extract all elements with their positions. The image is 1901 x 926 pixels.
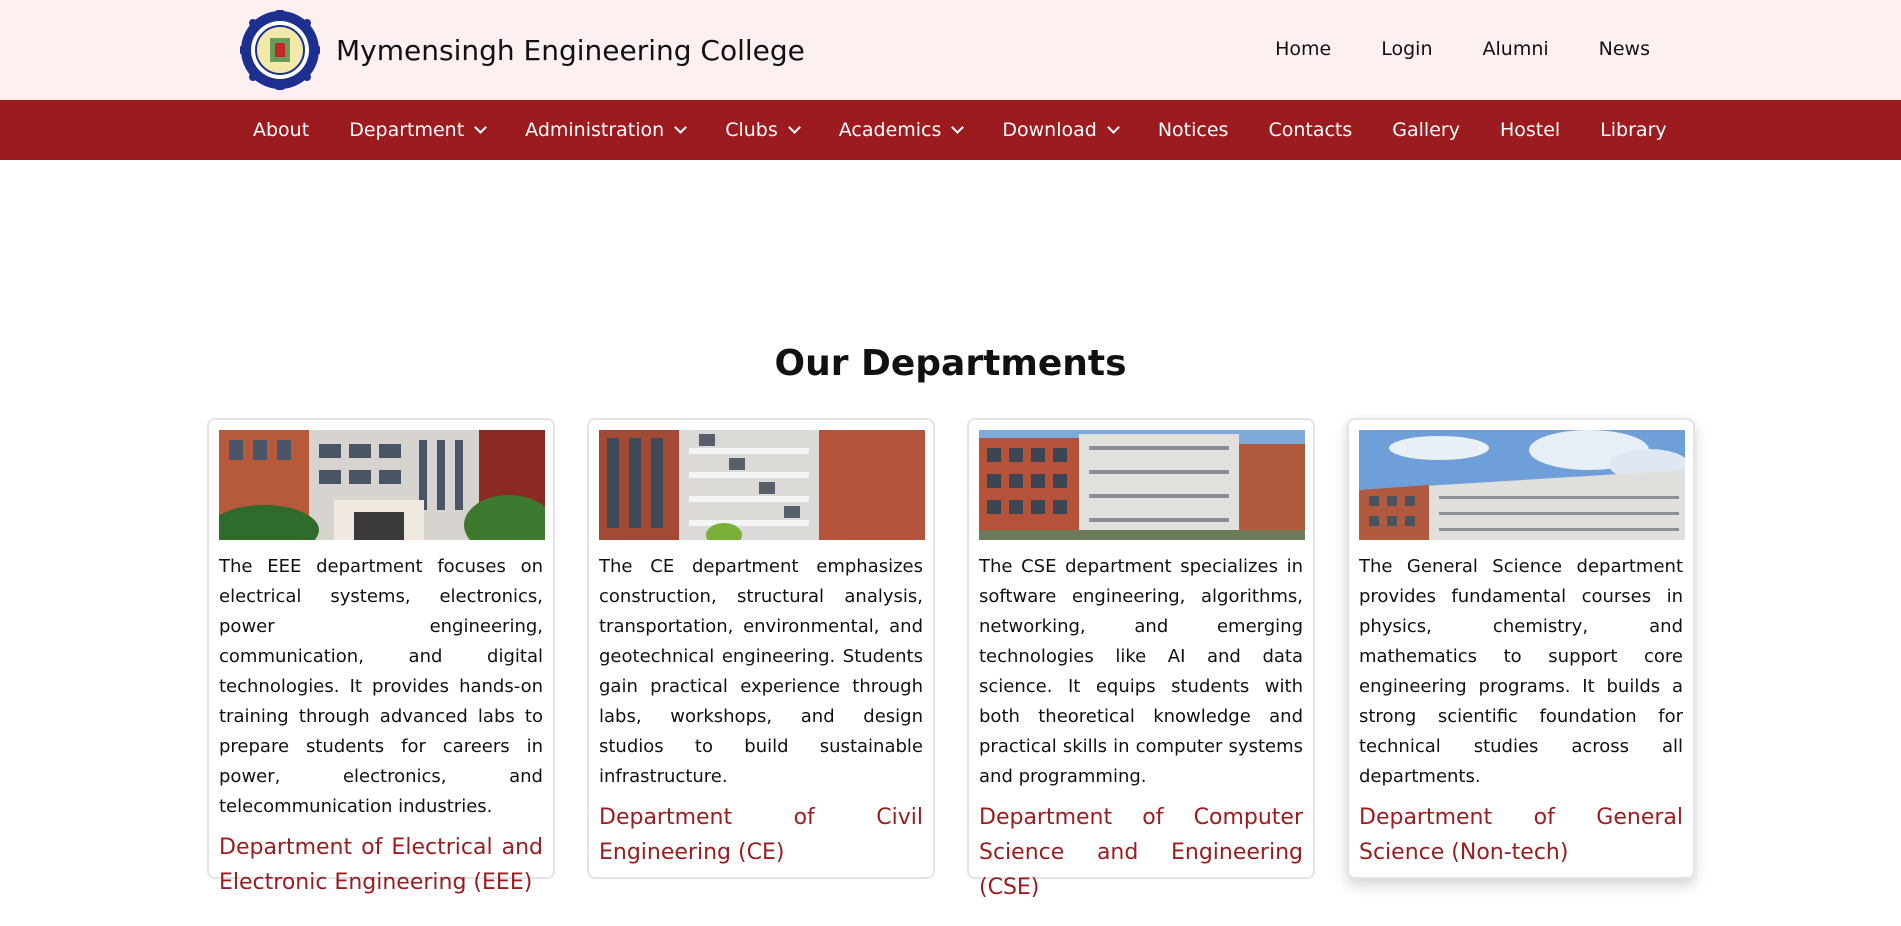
nav-item-clubs[interactable]: Clubs — [725, 119, 801, 141]
nav-item-notices[interactable]: Notices — [1158, 119, 1229, 141]
department-card-general-science[interactable]: The General Science department provides … — [1347, 418, 1695, 879]
nav-item-gallery[interactable]: Gallery — [1392, 119, 1460, 141]
nav-item-label: Gallery — [1392, 119, 1460, 141]
chevron-down-icon — [951, 121, 965, 134]
nav-item-academics[interactable]: Academics — [838, 119, 965, 141]
nav-item-label: About — [253, 119, 310, 141]
department-description: The General Science department provides … — [1359, 556, 1683, 787]
top-link-alumni[interactable]: Alumni — [1483, 38, 1549, 60]
nav-item-label: Library — [1600, 119, 1667, 141]
brand[interactable]: Mymensingh Engineering College — [240, 10, 805, 90]
top-link-home[interactable]: Home — [1275, 38, 1331, 60]
department-cards: The EEE department focuses on electrical… — [207, 418, 1695, 900]
department-card-ce[interactable]: The CE department emphasizes constructio… — [587, 418, 935, 879]
top-link-login[interactable]: Login — [1381, 38, 1432, 60]
top-links: Home Login Alumni News — [1275, 38, 1650, 60]
college-logo — [240, 10, 320, 90]
top-link-news[interactable]: News — [1599, 38, 1650, 60]
nav-item-library[interactable]: Library — [1600, 119, 1666, 141]
department-description: The CSE department specializes in softwa… — [979, 556, 1303, 787]
chevron-down-icon — [787, 121, 801, 134]
department-title-link[interactable]: Department of Computer Science and Engin… — [979, 800, 1303, 905]
chevron-down-icon — [1106, 121, 1120, 134]
nav-item-label: Department — [349, 119, 465, 141]
department-title-link[interactable]: Department of Electrical and Electronic … — [219, 830, 543, 900]
nav-item-hostel[interactable]: Hostel — [1500, 119, 1560, 141]
department-description: The CE department emphasizes constructio… — [599, 556, 923, 787]
chevron-down-icon — [674, 121, 688, 134]
main-nav: About Department Administration Clubs Ac… — [0, 100, 1901, 160]
department-card-cse[interactable]: The CSE department specializes in softwa… — [967, 418, 1315, 900]
nav-item-download[interactable]: Download — [1002, 119, 1120, 141]
section-heading: Our Departments — [774, 343, 1127, 384]
nav-item-about[interactable]: About — [253, 119, 309, 141]
nav-item-label: Contacts — [1268, 119, 1353, 141]
nav-item-label: Administration — [525, 119, 665, 141]
nav-item-label: Notices — [1157, 119, 1229, 141]
nav-item-label: Academics — [838, 119, 942, 141]
nav-item-label: Hostel — [1499, 119, 1561, 141]
nav-item-label: Download — [1002, 119, 1097, 141]
department-title-link[interactable]: Department of General Science (Non-tech) — [1359, 800, 1683, 870]
department-image-eee — [219, 430, 545, 540]
chevron-down-icon — [474, 121, 488, 134]
department-title-link[interactable]: Department of Civil Engineering (CE) — [599, 800, 923, 870]
department-image-ce — [599, 430, 925, 540]
department-card-eee[interactable]: The EEE department focuses on electrical… — [207, 418, 555, 895]
nav-item-department[interactable]: Department — [349, 119, 488, 141]
department-image-cse — [979, 430, 1305, 540]
nav-item-label: Clubs — [725, 119, 778, 141]
college-name: Mymensingh Engineering College — [336, 33, 805, 67]
top-header: Mymensingh Engineering College Home Logi… — [0, 0, 1901, 100]
department-image-general-science — [1359, 430, 1685, 540]
department-description: The EEE department focuses on electrical… — [219, 556, 543, 817]
nav-item-contacts[interactable]: Contacts — [1268, 119, 1352, 141]
nav-item-administration[interactable]: Administration — [525, 119, 688, 141]
